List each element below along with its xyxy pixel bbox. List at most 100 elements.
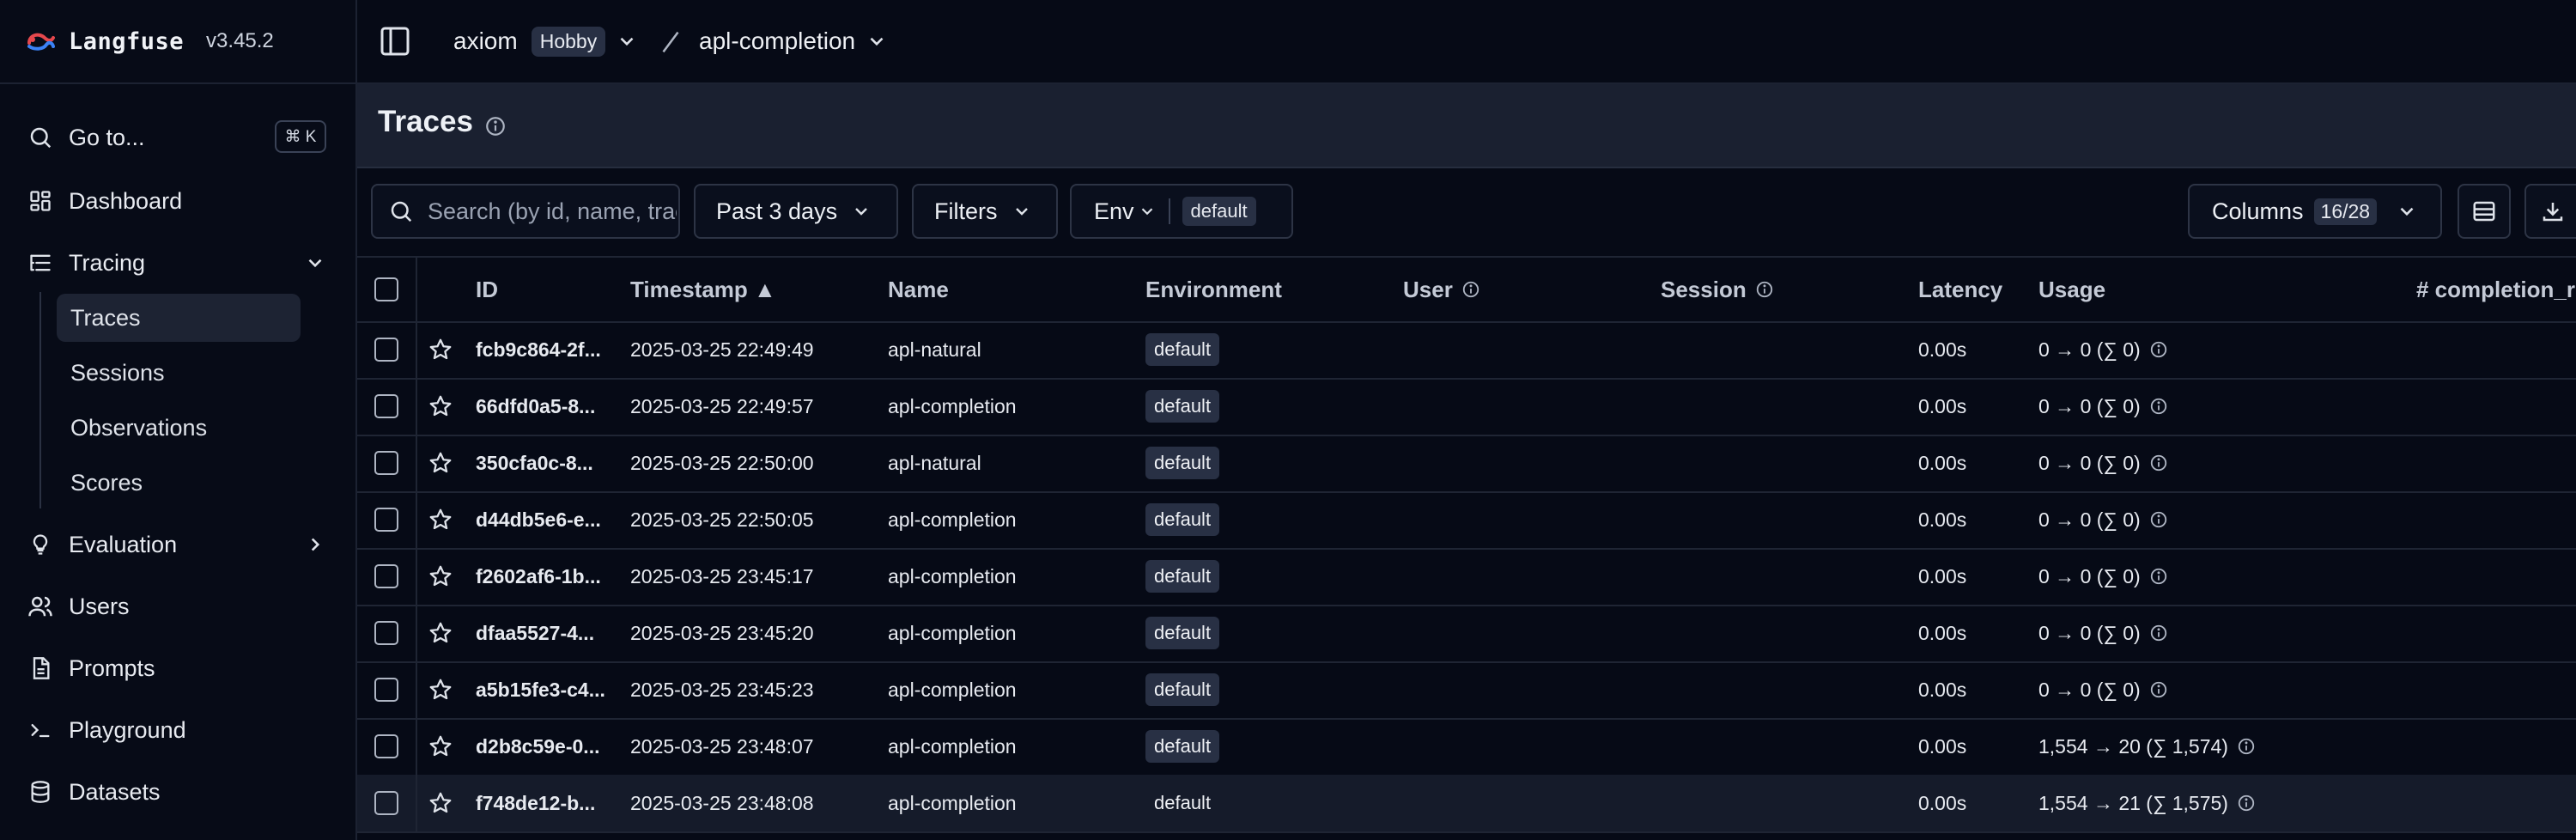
row-checkbox[interactable] [374,508,398,532]
col-header-session[interactable]: Session [1661,258,1774,321]
row-checkbox[interactable] [374,394,398,418]
trace-id[interactable]: 350cfa0c-8... [476,435,593,491]
star-icon[interactable] [428,677,453,703]
star-icon[interactable] [428,790,453,816]
bookmark-cell [428,321,453,378]
chevron-down-icon [620,37,634,46]
filters-label: Filters [934,198,998,224]
col-header-timestamp[interactable]: Timestamp ▲ [630,258,776,321]
brand[interactable]: Langfuse v3.45.2 [26,22,274,60]
info-icon[interactable] [1755,280,1774,299]
row-height-button[interactable] [2458,184,2511,239]
bookmark-cell [428,605,453,661]
columns-button[interactable]: Columns 16/28 [2188,184,2442,239]
row-checkbox-cell [374,718,398,775]
filters-button[interactable]: Filters [912,184,1058,239]
star-icon[interactable] [428,507,453,533]
table-row[interactable]: f748de12-b... 2025-03-25 23:48:08 apl-comp… [357,775,2576,833]
users-icon [26,592,55,621]
col-header-completion[interactable]: # completion_r [2416,258,2575,321]
info-icon[interactable] [1461,280,1480,299]
table-row[interactable]: dfaa5527-4... 2025-03-25 23:45:20 apl-comp… [357,605,2576,663]
info-icon[interactable] [2237,794,2256,813]
sidebar-subitem-observations[interactable]: Observations [57,404,301,452]
sidebar-item-datasets[interactable]: Datasets [26,768,161,816]
info-icon[interactable] [2149,624,2168,642]
sidebar-item-dashboard[interactable]: Dashboard [26,177,182,225]
row-checkbox[interactable] [374,621,398,645]
search-field[interactable] [371,184,680,239]
chevron-down-icon[interactable] [304,252,326,274]
env-filter-button[interactable]: Env default [1070,184,1293,239]
trace-id[interactable]: d2b8c59e-0... [476,718,599,775]
trace-id[interactable]: fcb9c864-2f... [476,321,601,378]
col-header-user[interactable]: User [1403,258,1480,321]
info-icon[interactable] [2149,680,2168,699]
row-checkbox[interactable] [374,338,398,362]
table-row[interactable]: 350cfa0c-8... 2025-03-25 22:50:00 apl-natu… [357,435,2576,493]
info-icon[interactable] [2149,567,2168,586]
col-header-latency[interactable]: Latency [1918,258,2002,321]
trace-usage-cell: 0 → 0 (∑ 0) [2038,491,2168,548]
table-row[interactable]: fcb9c864-2f... 2025-03-25 22:49:49 apl-nat… [357,321,2576,380]
table-row[interactable]: f2602af6-1b... 2025-03-25 23:45:17 apl-com… [357,548,2576,606]
trace-id[interactable]: 66dfd0a5-8... [476,378,595,435]
environment-badge: default [1154,792,1212,813]
sidebar-subitem-sessions[interactable]: Sessions [57,349,301,397]
row-checkbox[interactable] [374,734,398,758]
col-header-name[interactable]: Name [888,258,949,321]
org-selector[interactable]: axiom Hobby [453,24,638,58]
rows-icon [2473,201,2495,222]
org-name: axiom [453,27,518,54]
col-header-id[interactable]: ID [476,258,498,321]
col-header-usage[interactable]: Usage [2038,258,2105,321]
sidebar-item-prompts[interactable]: Prompts [26,644,155,692]
sidebar-item-evaluation[interactable]: Evaluation [26,520,177,569]
sidebar-subitem-scores[interactable]: Scores [57,459,301,507]
sidebar-subitem-traces[interactable]: Traces [57,294,301,342]
star-icon[interactable] [428,620,453,646]
info-icon[interactable] [484,115,507,137]
trace-id[interactable]: f2602af6-1b... [476,548,601,605]
trace-id[interactable]: a5b15fe3-c4... [476,661,605,718]
info-icon[interactable] [2149,397,2168,416]
sidebar-toggle-icon[interactable] [378,24,412,58]
col-header-environment[interactable]: Environment [1145,258,1282,321]
info-icon[interactable] [2149,340,2168,359]
table-row[interactable]: a5b15fe3-c4... 2025-03-25 23:45:23 apl-com… [357,661,2576,720]
table-row[interactable]: d2b8c59e-0... 2025-03-25 23:48:07 apl-comp… [357,718,2576,776]
star-icon[interactable] [428,337,453,362]
column-separator [416,378,417,435]
row-checkbox[interactable] [374,564,398,588]
sidebar-item-users[interactable]: Users [26,582,130,630]
select-all-checkbox[interactable] [374,277,398,301]
star-icon[interactable] [428,733,453,759]
search-input[interactable] [426,197,678,226]
info-icon[interactable] [2149,510,2168,529]
table-row[interactable]: 66dfd0a5-8... 2025-03-25 22:49:57 apl-comp… [357,378,2576,436]
chevron-down-icon [1141,208,1152,216]
trace-usage-cell: 0 → 0 (∑ 0) [2038,605,2168,661]
info-icon[interactable] [2237,737,2256,756]
star-icon[interactable] [428,563,453,589]
trace-id[interactable]: f748de12-b... [476,775,595,831]
goto-button[interactable]: Go to... [26,113,145,161]
trace-environment-cell: default [1145,321,1220,378]
time-range-button[interactable]: Past 3 days [694,184,898,239]
download-button[interactable] [2524,184,2576,239]
trace-id[interactable]: dfaa5527-4... [476,605,594,661]
star-icon[interactable] [428,393,453,419]
row-checkbox[interactable] [374,451,398,475]
project-selector[interactable]: apl-completion [699,24,888,58]
sidebar-item-label: Users [69,593,130,619]
row-checkbox[interactable] [374,791,398,815]
row-checkbox[interactable] [374,678,398,702]
chevron-right-icon[interactable] [304,533,326,556]
table-row[interactable]: d44db5e6-e... 2025-03-25 22:50:05 apl-comp… [357,491,2576,550]
star-icon[interactable] [428,450,453,476]
sidebar-item-tracing[interactable]: Tracing [26,239,145,287]
sidebar-item-playground[interactable]: Playground [26,706,186,754]
trace-id[interactable]: d44db5e6-e... [476,491,601,548]
info-icon[interactable] [2149,453,2168,472]
environment-badge: default [1145,333,1220,366]
